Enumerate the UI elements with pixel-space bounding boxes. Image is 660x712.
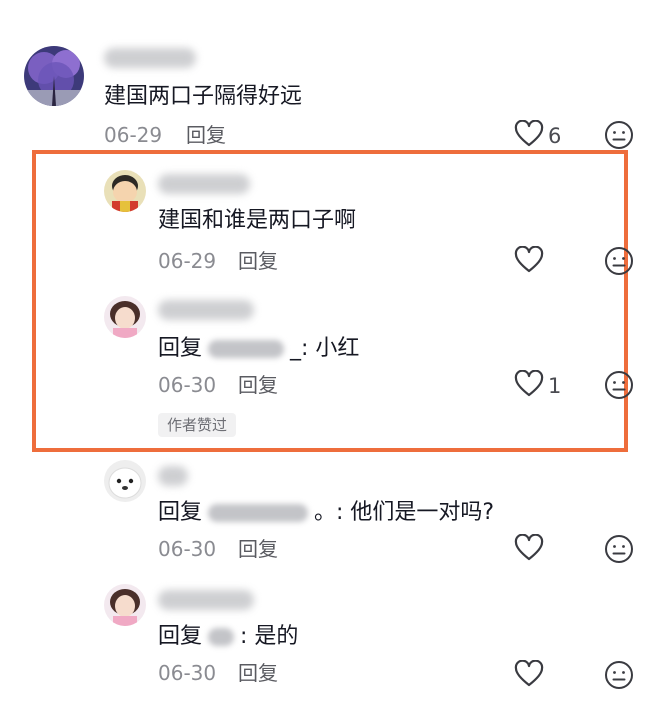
reply-button[interactable]: 回复 bbox=[238, 660, 278, 686]
emoji-face-icon[interactable] bbox=[604, 120, 634, 150]
username[interactable] bbox=[158, 174, 250, 194]
username[interactable] bbox=[158, 590, 254, 610]
like-button[interactable] bbox=[514, 659, 544, 692]
like-button[interactable]: 1 bbox=[514, 369, 562, 402]
emoji-face-icon[interactable] bbox=[604, 370, 634, 400]
heart-outline-icon bbox=[514, 245, 544, 278]
reply-prefix: 回复 bbox=[158, 500, 203, 525]
reply-text: 回复 : 是的 bbox=[158, 622, 298, 652]
comment-text: 建国两口子隔得好远 bbox=[104, 84, 303, 109]
avatar[interactable] bbox=[104, 170, 146, 212]
author-liked-badge: 作者赞过 bbox=[158, 413, 237, 437]
reply-suffix: : 是的 bbox=[240, 624, 299, 649]
avatar[interactable] bbox=[104, 584, 146, 626]
reply-prefix: 回复 bbox=[158, 336, 203, 361]
like-button[interactable] bbox=[514, 245, 544, 278]
reply-button[interactable]: 回复 bbox=[238, 372, 278, 398]
like-count: 1 bbox=[548, 374, 562, 398]
heart-outline-icon bbox=[514, 369, 544, 402]
avatar[interactable] bbox=[104, 460, 146, 502]
reply-text: 建国和谁是两口子啊 bbox=[158, 208, 357, 233]
reply-suffix: 。: 他们是一对吗? bbox=[314, 500, 495, 525]
like-button[interactable]: 6 bbox=[514, 119, 562, 152]
emoji-face-icon[interactable] bbox=[604, 660, 634, 690]
username[interactable] bbox=[104, 48, 196, 68]
reply-suffix: _: 小红 bbox=[290, 336, 360, 361]
reply-date: 06-30 bbox=[158, 661, 217, 685]
avatar[interactable] bbox=[104, 296, 146, 338]
reply-button[interactable]: 回复 bbox=[238, 248, 278, 274]
reply-text: 回复 。: 他们是一对吗? bbox=[158, 498, 494, 528]
reply-button[interactable]: 回复 bbox=[186, 122, 226, 148]
username[interactable] bbox=[158, 466, 188, 486]
mention[interactable] bbox=[208, 340, 285, 358]
reply-text: 回复 _: 小红 bbox=[158, 334, 359, 364]
like-button[interactable] bbox=[514, 533, 544, 566]
heart-outline-icon bbox=[514, 659, 544, 692]
avatar[interactable] bbox=[24, 46, 84, 106]
emoji-face-icon[interactable] bbox=[604, 246, 634, 276]
comment-date: 06-29 bbox=[104, 123, 163, 147]
reply-date: 06-30 bbox=[158, 537, 217, 561]
mention[interactable] bbox=[208, 504, 309, 522]
username[interactable] bbox=[158, 300, 254, 320]
heart-outline-icon bbox=[514, 119, 544, 152]
emoji-face-icon[interactable] bbox=[604, 534, 634, 564]
mention[interactable] bbox=[208, 628, 235, 646]
heart-outline-icon bbox=[514, 533, 544, 566]
reply-date: 06-29 bbox=[158, 249, 217, 273]
reply-date: 06-30 bbox=[158, 373, 217, 397]
like-count: 6 bbox=[548, 124, 562, 148]
reply-button[interactable]: 回复 bbox=[238, 536, 278, 562]
reply-prefix: 回复 bbox=[158, 624, 203, 649]
